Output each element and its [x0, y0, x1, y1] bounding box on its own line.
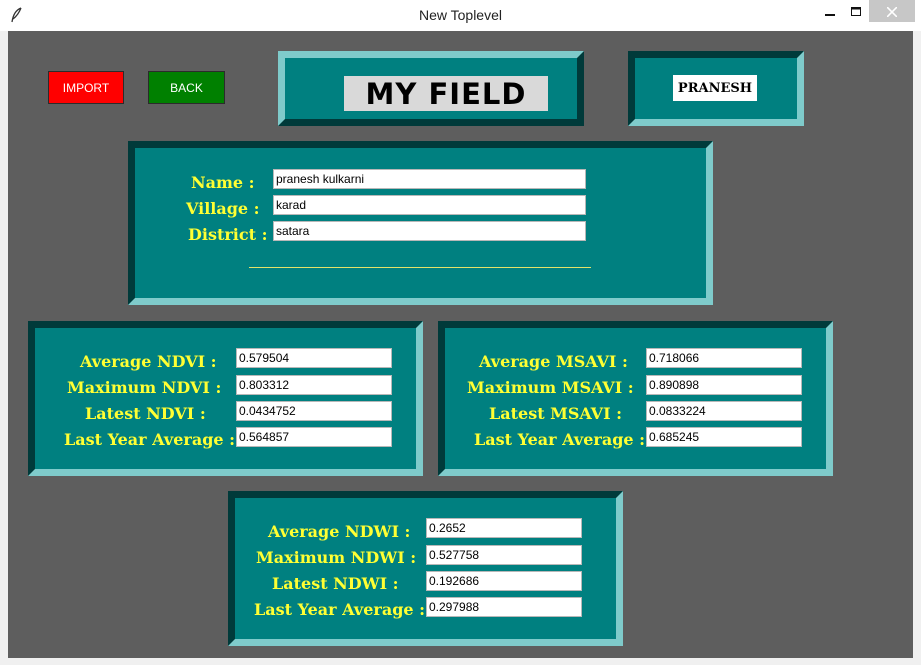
average-ndwi-field[interactable]: 0.2652	[426, 518, 582, 538]
minimize-icon	[825, 2, 835, 21]
last-year-ndwi-label: Last Year Average :	[254, 600, 426, 619]
average-ndvi-label: Average NDVI :	[80, 352, 217, 371]
maximize-icon	[851, 2, 861, 21]
window-titlebar: New Toplevel	[0, 0, 921, 31]
last-year-ndwi-field[interactable]: 0.297988	[426, 597, 582, 617]
maximum-msavi-label: Maximum MSAVI :	[467, 378, 634, 397]
last-year-msavi-label: Last Year Average :	[474, 430, 646, 449]
name-label: Name :	[191, 173, 255, 192]
name-field[interactable]: pranesh kulkarni	[273, 169, 586, 189]
maximum-ndwi-label: Maximum NDWI :	[256, 548, 417, 567]
latest-ndwi-label: Latest NDWI :	[272, 574, 399, 593]
divider-line	[249, 267, 591, 268]
window-title: New Toplevel	[418, 7, 502, 23]
latest-ndvi-label: Latest NDVI :	[85, 404, 206, 423]
district-field[interactable]: satara	[273, 221, 586, 241]
msavi-panel	[438, 321, 833, 476]
minimize-button[interactable]	[817, 0, 843, 22]
maximize-button[interactable]	[843, 0, 869, 22]
ndwi-panel	[228, 491, 623, 646]
back-button[interactable]: BACK	[148, 71, 225, 104]
district-label: District :	[188, 225, 268, 244]
maximum-ndvi-label: Maximum NDVI :	[67, 378, 222, 397]
average-msavi-label: Average MSAVI :	[479, 352, 628, 371]
last-year-ndvi-field[interactable]: 0.564857	[236, 427, 392, 447]
maximum-msavi-field[interactable]: 0.890898	[646, 375, 802, 395]
maximum-ndvi-field[interactable]: 0.803312	[236, 375, 392, 395]
last-year-msavi-field[interactable]: 0.685245	[646, 427, 802, 447]
last-year-ndvi-label: Last Year Average :	[64, 430, 236, 449]
close-button[interactable]	[869, 0, 915, 22]
latest-ndwi-field[interactable]: 0.192686	[426, 571, 582, 591]
village-field[interactable]: karad	[273, 195, 586, 215]
window-client-area: IMPORT BACK MY FIELD PRANESH Name : pran…	[8, 31, 913, 658]
latest-msavi-field[interactable]: 0.0833224	[646, 401, 802, 421]
user-name-label: PRANESH	[673, 75, 757, 101]
ndvi-panel	[28, 321, 423, 476]
close-icon	[886, 2, 898, 21]
import-button[interactable]: IMPORT	[48, 71, 124, 104]
page-title: MY FIELD	[344, 76, 548, 111]
average-ndvi-field[interactable]: 0.579504	[236, 348, 392, 368]
latest-ndvi-field[interactable]: 0.0434752	[236, 401, 392, 421]
average-msavi-field[interactable]: 0.718066	[646, 348, 802, 368]
latest-msavi-label: Latest MSAVI :	[489, 404, 623, 423]
average-ndwi-label: Average NDWI :	[268, 522, 411, 541]
maximum-ndwi-field[interactable]: 0.527758	[426, 545, 582, 565]
village-label: Village :	[186, 199, 260, 218]
